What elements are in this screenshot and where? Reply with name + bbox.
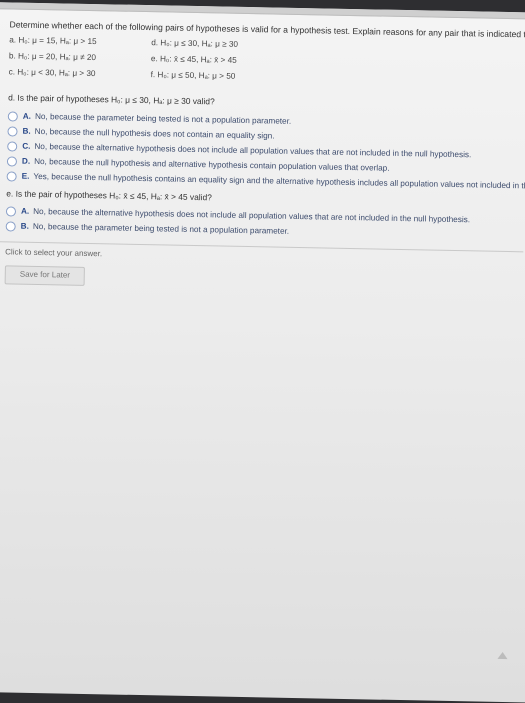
radio-button[interactable] <box>7 126 18 137</box>
radio-button[interactable] <box>6 171 17 182</box>
option-text: No, because the parameter being tested i… <box>32 222 290 237</box>
option-letter: A. <box>22 111 32 122</box>
radio-button[interactable] <box>6 156 18 167</box>
radio-button[interactable] <box>5 221 16 232</box>
option-text: No, because the null hypothesis and alte… <box>34 157 390 173</box>
question-panel: Determine whether each of the following … <box>0 19 525 293</box>
radio-button[interactable] <box>7 111 18 122</box>
screen: Determine whether each of the following … <box>0 2 525 703</box>
part-e-question: e. Is the pair of hypotheses H₀: x̄ ≤ 45… <box>6 188 212 203</box>
option-letter: B. <box>20 222 29 232</box>
pair-f: f. H₀: μ ≤ 50, Hₐ: μ > 50 <box>150 70 236 82</box>
option-text: No, because the null hypothesis does not… <box>34 127 275 141</box>
option-letter: B. <box>22 126 31 137</box>
option-letter: A. <box>20 207 30 217</box>
option-text: Yes, because the null hypothesis contain… <box>33 172 525 192</box>
radio-button[interactable] <box>5 206 17 217</box>
scroll-up-arrow-icon[interactable] <box>497 651 508 660</box>
save-for-later-button[interactable]: Save for Later <box>4 265 86 286</box>
radio-button[interactable] <box>7 141 18 152</box>
option-text: No, because the parameter being tested i… <box>34 112 292 127</box>
pair-d: d. H₀: μ ≤ 30, Hₐ: μ ≥ 30 <box>151 38 239 50</box>
window-top-edge <box>0 2 525 20</box>
option-letter: E. <box>21 171 30 181</box>
pair-e: e. H₀: x̄ ≤ 45, Hₐ: x̄ > 45 <box>150 54 237 66</box>
pair-a: a. H₀: μ = 15, Hₐ: μ > 15 <box>9 35 97 47</box>
option-letter: D. <box>21 156 31 167</box>
option-letter: C. <box>22 141 31 152</box>
pair-b: b. H₀: μ = 20, Hₐ: μ ≠ 20 <box>8 51 97 63</box>
hypothesis-pairs: a. H₀: μ = 15, Hₐ: μ > 15 d. H₀: μ ≤ 30,… <box>8 36 519 100</box>
answer-hint: Click to select your answer. <box>5 247 103 259</box>
pair-c: c. H₀: μ < 30, Hₐ: μ > 30 <box>8 67 96 79</box>
